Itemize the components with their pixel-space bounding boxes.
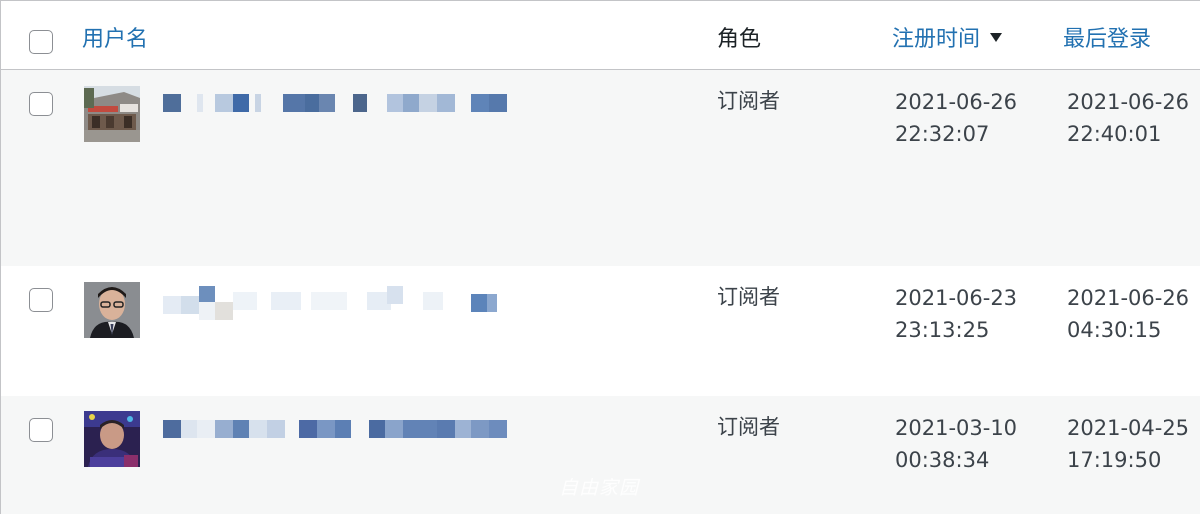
last-login-time: 22:40:01 xyxy=(1067,122,1162,146)
watermark: 自由家园 xyxy=(559,477,640,499)
row-select-checkbox[interactable] xyxy=(29,418,53,442)
user-role: 订阅者 xyxy=(717,415,780,439)
column-last-login[interactable]: 最后登录 xyxy=(1063,25,1151,55)
registered-time: 23:13:25 xyxy=(895,318,990,342)
table-row: 订阅者 2021-06-26 22:32:07 2021-06-26 22:40… xyxy=(1,70,1200,266)
username-redacted[interactable] xyxy=(161,286,511,320)
column-registered-label: 注册时间 xyxy=(892,27,981,52)
table-row: 订阅者 2021-06-23 23:13:25 2021-06-26 04:30… xyxy=(1,266,1200,396)
avatar[interactable] xyxy=(84,86,140,142)
user-role: 订阅者 xyxy=(717,285,780,309)
last-login-date: 2021-06-26 xyxy=(1067,90,1190,114)
registered-date: 2021-06-23 xyxy=(895,286,1018,310)
man-portrait-photo-icon xyxy=(84,282,140,338)
username-redacted[interactable] xyxy=(161,94,511,116)
registered-date: 2021-03-10 xyxy=(895,416,1018,440)
avatar[interactable] xyxy=(84,411,140,467)
last-login-time: 04:30:15 xyxy=(1067,318,1162,342)
column-username[interactable]: 用户名 xyxy=(82,25,148,55)
user-role: 订阅者 xyxy=(717,89,780,113)
last-login-date: 2021-06-26 xyxy=(1067,286,1190,310)
select-all-checkbox[interactable] xyxy=(29,30,53,54)
column-role-label: 角色 xyxy=(717,27,762,52)
column-last-login-label: 最后登录 xyxy=(1063,27,1152,52)
row-select-checkbox[interactable] xyxy=(29,288,53,312)
last-login-date: 2021-04-25 xyxy=(1067,416,1190,440)
man-portrait-photo-icon xyxy=(84,411,140,467)
building-photo-icon xyxy=(84,86,140,142)
column-registered[interactable]: 注册时间 xyxy=(892,25,1003,55)
table-header: 用户名 角色 注册时间 最后登录 xyxy=(1,1,1200,70)
column-role: 角色 xyxy=(717,25,761,55)
column-username-label: 用户名 xyxy=(82,27,149,52)
username-redacted[interactable] xyxy=(161,420,511,442)
sort-desc-icon xyxy=(990,33,1003,42)
last-login-time: 17:19:50 xyxy=(1067,448,1162,472)
row-select-checkbox[interactable] xyxy=(29,92,53,116)
users-table: 用户名 角色 注册时间 最后登录 订阅者 2021-06-26 22:32:07… xyxy=(0,0,1200,514)
avatar[interactable] xyxy=(84,282,140,338)
registered-date: 2021-06-26 xyxy=(895,90,1018,114)
registered-time: 00:38:34 xyxy=(895,448,990,472)
registered-time: 22:32:07 xyxy=(895,122,990,146)
